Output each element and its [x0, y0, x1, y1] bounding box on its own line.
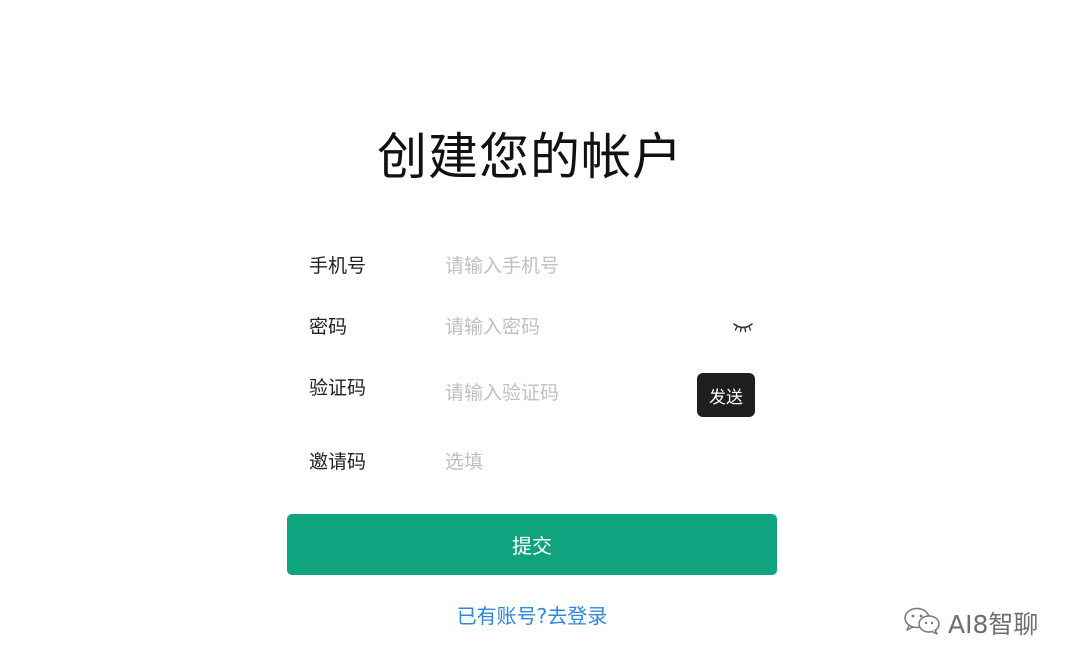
invite-row: 邀请码 [287, 448, 777, 508]
send-code-button[interactable]: 发送 [697, 373, 755, 417]
invite-input[interactable] [445, 448, 685, 476]
invite-label: 邀请码 [309, 451, 367, 473]
phone-input[interactable] [445, 252, 685, 280]
page-title: 创建您的帐户 [377, 127, 683, 186]
code-input[interactable] [445, 379, 685, 407]
phone-label: 手机号 [309, 255, 367, 277]
eye-closed-icon[interactable] [730, 319, 756, 337]
submit-button[interactable]: 提交 [287, 514, 777, 575]
watermark-text: AI8智聊 [948, 610, 1039, 639]
code-label: 验证码 [309, 377, 367, 399]
wechat-icon [902, 606, 942, 640]
code-row: 验证码 发送 [287, 373, 777, 433]
password-input[interactable] [445, 313, 685, 341]
watermark: AI8智聊 [902, 606, 1038, 640]
password-row: 密码 [287, 313, 777, 373]
password-label: 密码 [309, 316, 348, 338]
phone-row: 手机号 [287, 252, 777, 312]
